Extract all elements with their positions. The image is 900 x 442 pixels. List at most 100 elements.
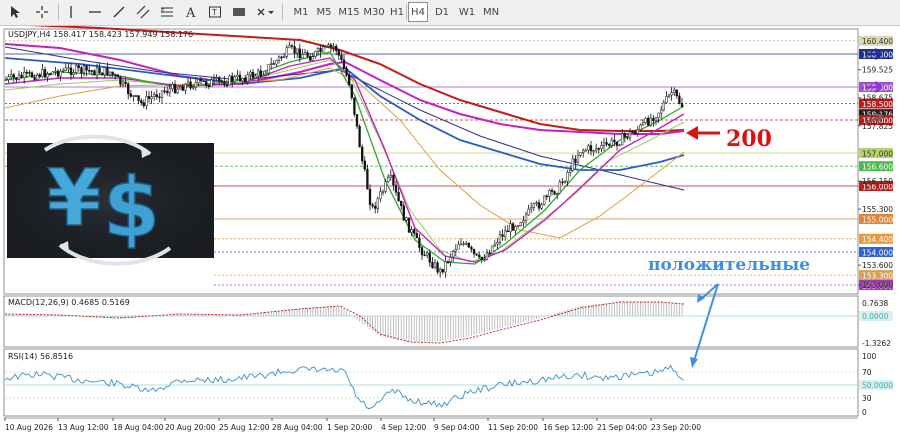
fibonacci-icon[interactable]: F [158,2,176,22]
candle-body [433,262,437,268]
candle-body [121,81,125,85]
time-axis-label: 25 Aug 12:00 [219,423,270,432]
candle-body [251,71,255,79]
candle-body [402,205,405,221]
candle-body [184,83,187,91]
candle-body [358,125,361,148]
candle-body [59,70,62,77]
candle-body [483,259,486,261]
candle-body [220,80,223,82]
macd-pane [3,295,859,348]
price-tag-label: 156.600 [862,163,893,172]
candle-body [327,44,330,47]
candle-body [589,145,593,152]
candle-body [639,124,642,131]
timeframe-h4[interactable]: H4 [408,2,428,22]
candle-body [636,129,639,134]
candle-body [259,70,262,77]
candle-body [628,131,632,139]
price-tag-label: 157.000 [862,149,893,158]
candle-body [111,71,114,75]
horizontal-line-icon[interactable] [86,2,104,22]
candle-body [394,184,398,193]
time-axis-label: 9 Sep 04:00 [434,423,480,432]
candle-body [194,82,197,88]
candle-body [283,55,286,58]
candle-body [275,60,278,65]
trendline-icon[interactable] [110,2,128,22]
timeframe-m30[interactable]: M30 [363,2,385,22]
candle-body [368,188,372,205]
timeframe-d1[interactable]: D1 [433,2,451,22]
candle-body [605,142,608,145]
candle-body [28,72,31,74]
candle-body [574,158,577,163]
candle-body [423,254,426,257]
toolbar-separator [58,4,59,20]
text-label-icon[interactable]: T [206,2,224,22]
candle-body [280,56,283,59]
rectangle-shape-icon[interactable] [230,2,248,22]
rsi-axis-label: 30 [862,394,872,403]
candle-body [475,253,478,256]
candle-body [615,141,619,146]
candle-body [199,79,203,82]
candle-body [345,68,348,76]
candle-body [470,246,473,250]
candle-body [272,63,275,65]
candle-body [641,122,645,126]
price-tag-label: 155.000 [862,215,893,224]
timeframe-w1[interactable]: W1 [457,2,477,22]
candle-body [207,85,210,87]
timeframe-m15[interactable]: M15 [338,2,360,22]
channel-icon[interactable] [134,2,152,22]
candle-body [626,136,629,139]
candle-body [348,75,351,86]
candle-body [509,223,512,233]
timeframe-m5[interactable]: M5 [315,2,333,22]
candle-body [215,77,218,79]
cursor-icon[interactable] [6,2,24,22]
arrows-icon[interactable] [254,2,276,22]
candle-body [472,248,476,255]
candle-body [129,93,132,97]
candle-body [134,95,138,97]
candle-body [262,74,265,77]
candle-body [662,102,665,111]
dollar-symbol: $ [103,161,160,256]
candle-body [38,74,41,78]
candle-body [153,94,156,97]
candle-body [270,63,273,65]
candle-body [602,142,606,146]
candle-body [558,181,561,194]
time-axis-label: 10 Aug 2026 [5,423,53,432]
candle-body [72,72,75,75]
candle-body [267,64,270,74]
candle-body [457,244,460,250]
main-chart-header: USDJPY,H4 158.417 158.423 157.949 158.17… [8,30,193,39]
rsi-axis-label: 70 [862,368,872,377]
candle-body [569,170,572,173]
candle-body [10,74,13,78]
timeframe-m1[interactable]: M1 [292,2,310,22]
price-axis-label: 156.150 [862,177,893,186]
candle-body [137,95,140,101]
candle-body [361,146,364,162]
candle-body [389,175,392,178]
crosshair-icon[interactable] [32,2,52,22]
candle-body [571,158,574,171]
candle-body [519,222,522,226]
text-icon[interactable]: A [182,2,200,22]
timeframe-h1[interactable]: H1 [388,2,406,22]
candle-body [231,75,234,83]
candle-body [181,86,184,91]
candle-body [506,230,509,233]
candle-body [277,56,281,61]
candle-body [176,88,179,94]
candle-body [613,139,616,143]
timeframe-mn[interactable]: MN [481,2,501,22]
vertical-line-icon[interactable] [62,2,80,22]
candle-body [665,96,668,104]
candle-body [530,207,533,210]
candle-body [7,76,10,80]
